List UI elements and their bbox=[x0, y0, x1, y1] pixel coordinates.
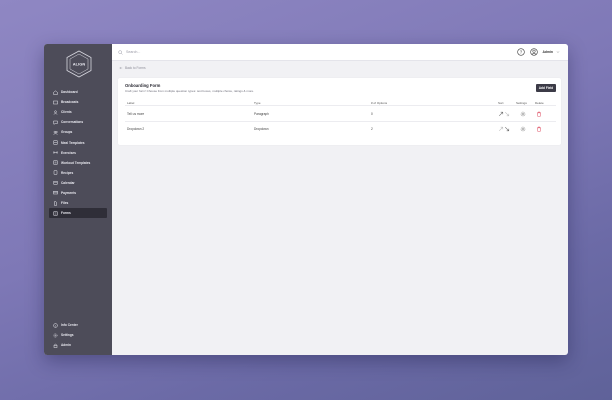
help-icon[interactable]: ? bbox=[517, 48, 526, 56]
row-label: Dropdown 2 bbox=[127, 127, 145, 131]
sidebar-item-label: Files bbox=[61, 201, 69, 206]
user-name[interactable]: Admin bbox=[542, 50, 553, 54]
main-content: Search... ? Admin Back to Forms Onboardi… bbox=[112, 44, 568, 355]
sidebar-item-payments[interactable]: Payments bbox=[49, 188, 107, 198]
chat-icon bbox=[53, 120, 58, 125]
sidebar-item-label: Clients bbox=[61, 110, 72, 115]
app-window: ALIGN Dashboard Broadcasts Clients Conve… bbox=[44, 44, 568, 355]
column-header-delete: Delete bbox=[535, 101, 544, 105]
trash-icon[interactable] bbox=[536, 126, 542, 132]
workout-icon bbox=[53, 160, 58, 165]
sidebar-item-label: Conversations bbox=[61, 120, 84, 125]
sidebar-bottom-nav: Info Center Settings Admin bbox=[49, 320, 107, 350]
dumbbell-icon bbox=[53, 150, 58, 155]
file-icon bbox=[53, 201, 58, 206]
trash-icon[interactable] bbox=[536, 111, 542, 117]
table-row: Tell us more Paragraph 0 bbox=[125, 107, 556, 122]
meal-icon bbox=[53, 140, 58, 145]
arrow-left-icon bbox=[119, 66, 123, 70]
brand-logo[interactable]: ALIGN bbox=[66, 50, 92, 78]
sidebar-item-label: Dashboard bbox=[61, 90, 78, 95]
home-icon bbox=[53, 89, 58, 95]
recipe-icon bbox=[53, 170, 58, 175]
chevron-down-icon[interactable] bbox=[556, 50, 560, 54]
sidebar-nav: Dashboard Broadcasts Clients Conversatio… bbox=[49, 87, 107, 219]
gear-icon bbox=[53, 333, 58, 338]
sidebar-item-admin[interactable]: Admin bbox=[49, 340, 107, 350]
add-field-button[interactable]: Add Field bbox=[536, 84, 556, 92]
form-title: Onboarding Form bbox=[125, 83, 161, 88]
sidebar-item-label: Meal Templates bbox=[61, 140, 85, 145]
avatar[interactable] bbox=[530, 48, 539, 56]
sidebar-item-workout-templates[interactable]: Workout Templates bbox=[49, 158, 107, 168]
sidebar-item-label: Admin bbox=[61, 343, 71, 348]
column-header-type: Type bbox=[254, 101, 261, 105]
sidebar: ALIGN Dashboard Broadcasts Clients Conve… bbox=[44, 44, 112, 355]
sort-down-icon[interactable] bbox=[504, 126, 510, 132]
row-options: 2 bbox=[371, 127, 373, 131]
sidebar-item-label: Exercises bbox=[61, 150, 76, 155]
users-icon bbox=[53, 110, 58, 115]
sidebar-item-info-center[interactable]: Info Center bbox=[49, 320, 107, 330]
sort-down-icon[interactable] bbox=[504, 111, 510, 117]
table-row: Dropdown 2 Dropdown 2 bbox=[125, 122, 556, 137]
sidebar-item-settings[interactable]: Settings bbox=[49, 330, 107, 340]
group-icon bbox=[53, 130, 58, 135]
broadcast-icon bbox=[53, 100, 58, 105]
sidebar-item-forms[interactable]: Forms bbox=[49, 208, 107, 219]
sidebar-item-label: Recipes bbox=[61, 170, 74, 175]
column-header-sort: Sort bbox=[498, 101, 504, 105]
logo-text: ALIGN bbox=[73, 62, 86, 67]
info-icon bbox=[53, 322, 58, 328]
column-header-label: Label bbox=[127, 101, 135, 105]
form-card: Onboarding Form Craft your form! Choose … bbox=[118, 78, 561, 145]
sidebar-item-label: Info Center bbox=[61, 323, 78, 328]
sidebar-item-broadcasts[interactable]: Broadcasts bbox=[49, 97, 107, 107]
back-to-forms-link[interactable]: Back to Forms bbox=[119, 66, 146, 70]
sidebar-item-label: Workout Templates bbox=[61, 160, 91, 165]
gear-icon[interactable] bbox=[520, 126, 526, 132]
column-header-settings: Settings bbox=[516, 101, 527, 105]
sidebar-item-conversations[interactable]: Conversations bbox=[49, 117, 107, 127]
sidebar-item-calendar[interactable]: Calendar bbox=[49, 178, 107, 188]
sidebar-item-clients[interactable]: Clients bbox=[49, 107, 107, 117]
payments-icon bbox=[53, 190, 58, 195]
sidebar-item-label: Payments bbox=[61, 190, 77, 195]
search-input[interactable]: Search... bbox=[118, 49, 141, 55]
sidebar-item-label: Groups bbox=[61, 130, 73, 135]
sidebar-item-dashboard[interactable]: Dashboard bbox=[49, 87, 107, 97]
gear-icon[interactable] bbox=[520, 111, 526, 117]
sidebar-item-exercises[interactable]: Exercises bbox=[49, 148, 107, 158]
sidebar-item-label: Settings bbox=[61, 333, 74, 338]
row-type: Dropdown bbox=[254, 127, 269, 131]
svg-text:?: ? bbox=[520, 50, 523, 55]
back-link-label: Back to Forms bbox=[125, 66, 146, 70]
form-subtitle: Craft your form! Choose from multiple qu… bbox=[125, 89, 255, 93]
row-label: Tell us more bbox=[127, 112, 145, 116]
sidebar-item-label: Forms bbox=[61, 211, 71, 216]
sidebar-item-recipes[interactable]: Recipes bbox=[49, 168, 107, 178]
search-icon bbox=[118, 49, 123, 55]
sidebar-item-files[interactable]: Files bbox=[49, 198, 107, 208]
table-header: Label Type # of Options Sort Settings De… bbox=[125, 100, 556, 106]
sidebar-item-groups[interactable]: Groups bbox=[49, 127, 107, 137]
top-bar: Search... ? Admin bbox=[112, 44, 568, 61]
search-placeholder: Search... bbox=[126, 50, 141, 54]
column-header-options: # of Options bbox=[371, 101, 388, 105]
row-options: 0 bbox=[371, 112, 373, 116]
forms-icon bbox=[53, 211, 58, 216]
lock-icon bbox=[53, 343, 58, 348]
sidebar-item-meal-templates[interactable]: Meal Templates bbox=[49, 137, 107, 147]
user-controls: ? Admin bbox=[517, 48, 560, 56]
calendar-icon bbox=[53, 180, 58, 185]
sidebar-item-label: Broadcasts bbox=[61, 100, 79, 105]
sidebar-item-label: Calendar bbox=[61, 180, 75, 185]
row-type: Paragraph bbox=[254, 112, 269, 116]
